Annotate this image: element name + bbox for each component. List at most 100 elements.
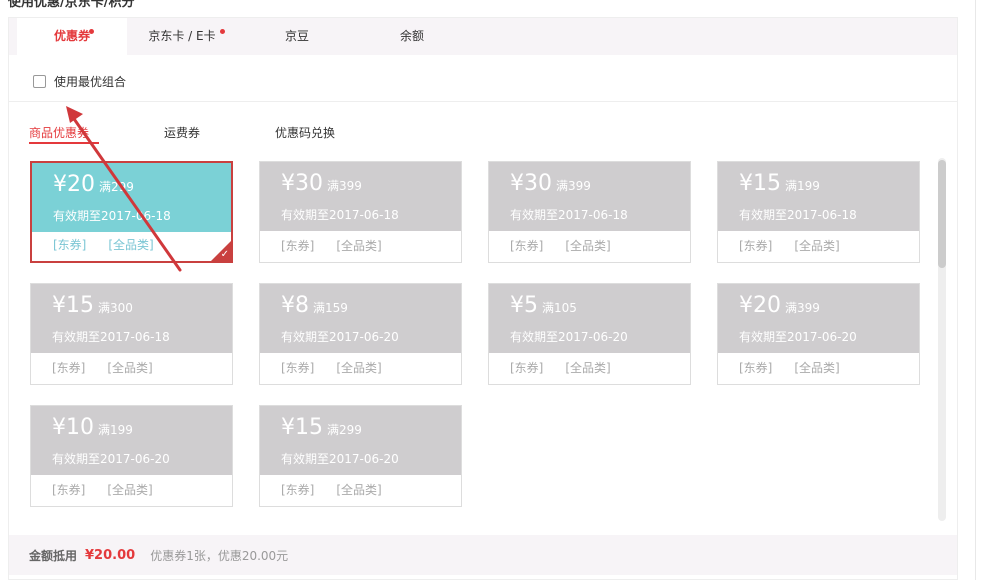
coupon-tag-scope: [全品类] [565,239,611,253]
coupon-condition: 满299 [99,180,134,194]
coupon-validity: 有效期至2017-06-18 [53,209,171,223]
coupon-validity: 有效期至2017-06-18 [52,330,170,344]
coupon-header: ¥15 满199 有效期至2017-06-18 [718,162,919,231]
coupon-header: ¥30 满399 有效期至2017-06-18 [489,162,690,231]
coupon-condition: 满199 [98,423,133,437]
coupon-tag-scope: [全品类] [794,361,840,375]
coupon-amount: ¥5 满105 [510,293,577,318]
coupon-validity: 有效期至2017-06-18 [739,208,857,222]
coupon-tag-scope: [全品类] [108,238,154,252]
coupon-tag-scope: [全品类] [107,361,153,375]
coupon-tag-type: [东券] [739,239,773,253]
coupon-amount: ¥8 满159 [281,293,348,318]
section-title: 使用优惠/京东卡/积分 [8,0,135,10]
tab-jdcard-dot-icon [220,29,225,34]
tab-coupons-label: 优惠券 [53,29,90,43]
coupon-header: ¥30 满399 有效期至2017-06-18 [260,162,461,231]
coupon-amount: ¥15 满299 [281,415,362,440]
coupon-amount: ¥30 满399 [510,171,591,196]
coupon-card[interactable]: ¥5 满105 有效期至2017-06-20 [东券] [全品类] [488,283,691,385]
coupon-condition: 满299 [327,423,362,437]
scrollbar-thumb[interactable] [938,160,946,268]
coupon-header: ¥15 满300 有效期至2017-06-18 [31,284,232,353]
coupon-header: ¥15 满299 有效期至2017-06-20 [260,406,461,475]
subtab-shipping-coupons[interactable]: 运费券 [164,124,200,141]
check-icon: ✓ [220,249,229,260]
coupon-card[interactable]: ¥30 满399 有效期至2017-06-18 [东券] [全品类] [488,161,691,263]
coupon-condition: 满199 [785,179,820,193]
coupon-amount: ¥15 满199 [739,171,820,196]
coupon-tags: [东券] [全品类] [52,359,153,376]
coupon-tag-type: [东券] [510,361,544,375]
coupon-tags: [东券] [全品类] [52,481,153,498]
coupon-card[interactable]: ¥10 满199 有效期至2017-06-20 [东券] [全品类] [30,405,233,507]
coupon-condition: 满159 [313,301,348,315]
tab-coupons[interactable]: 优惠券 [17,18,127,56]
coupon-tags: [东券] [全品类] [53,236,154,253]
coupon-card[interactable]: ¥15 满300 有效期至2017-06-18 [东券] [全品类] [30,283,233,385]
tab-bar: 优惠券 京东卡 / E卡 京豆 余额 [9,18,957,56]
coupon-amount: ¥10 满199 [52,415,133,440]
coupon-tag-type: [东券] [281,483,315,497]
subtab-active-underline [29,142,99,144]
coupon-amount: ¥20 满399 [739,293,820,318]
coupon-tag-scope: [全品类] [336,483,382,497]
coupon-tags: [东券] [全品类] [510,237,611,254]
coupon-tag-scope: [全品类] [565,361,611,375]
coupon-tags: [东券] [全品类] [510,359,611,376]
divider [9,101,957,102]
coupon-header: ¥8 满159 有效期至2017-06-20 [260,284,461,353]
coupon-tag-type: [东券] [510,239,544,253]
coupon-condition: 满399 [556,179,591,193]
coupon-validity: 有效期至2017-06-20 [510,330,628,344]
deduction-label: 金额抵用 [29,548,78,563]
deduction-amount: ¥20.00 [85,547,136,563]
coupon-tag-scope: [全品类] [336,239,382,253]
coupon-tag-type: [东券] [281,239,315,253]
coupon-tag-type: [东券] [281,361,315,375]
tab-jdcard[interactable]: 京东卡 / E卡 [127,18,237,55]
coupon-header: ¥5 满105 有效期至2017-06-20 [489,284,690,353]
coupon-header: ¥20 满399 有效期至2017-06-20 [718,284,919,353]
coupon-tag-type: [东券] [52,483,86,497]
coupon-tag-scope: [全品类] [794,239,840,253]
tab-balance[interactable]: 余额 [357,18,467,55]
coupon-tag-type: [东券] [53,238,87,252]
coupon-tag-type: [东券] [52,361,86,375]
coupon-condition: 满399 [785,301,820,315]
coupon-condition: 满399 [327,179,362,193]
coupon-tags: [东券] [全品类] [281,359,382,376]
tab-jingdou[interactable]: 京豆 [237,18,357,55]
coupon-card[interactable]: ¥8 满159 有效期至2017-06-20 [东券] [全品类] [259,283,462,385]
coupon-card[interactable]: ¥30 满399 有效期至2017-06-18 [东券] [全品类] [259,161,462,263]
subtab-code-redeem[interactable]: 优惠码兑换 [275,124,335,141]
scrollbar[interactable] [938,158,946,521]
coupon-validity: 有效期至2017-06-18 [510,208,628,222]
coupon-validity: 有效期至2017-06-20 [739,330,857,344]
coupon-tag-scope: [全品类] [336,361,382,375]
coupon-condition: 满300 [98,301,133,315]
coupon-tag-type: [东券] [739,361,773,375]
coupon-tags: [东券] [全品类] [739,237,840,254]
coupon-header: ¥20 满299 有效期至2017-06-18 [32,163,231,232]
coupon-card[interactable]: ¥15 满199 有效期至2017-06-18 [东券] [全品类] [717,161,920,263]
tab-coupons-dot-icon [89,29,94,34]
tab-jdcard-label: 京东卡 / E卡 [148,29,216,43]
coupon-card[interactable]: ¥20 满399 有效期至2017-06-20 [东券] [全品类] [717,283,920,385]
subtab-product-coupons[interactable]: 商品优惠券 [29,124,89,141]
tab-jingdou-label: 京豆 [284,29,309,43]
coupon-validity: 有效期至2017-06-20 [281,330,399,344]
summary-footer: 金额抵用 ¥20.00 优惠券1张，优惠20.00元 [9,535,957,575]
coupon-amount: ¥15 满300 [52,293,133,318]
checkbox-icon[interactable] [33,75,46,88]
deduction-info: 优惠券1张，优惠20.00元 [150,548,289,563]
tab-balance-label: 余额 [399,29,424,43]
coupon-validity: 有效期至2017-06-20 [281,452,399,466]
coupon-validity: 有效期至2017-06-18 [281,208,399,222]
coupon-tag-scope: [全品类] [107,483,153,497]
coupon-amount: ¥30 满399 [281,171,362,196]
coupon-card[interactable]: ¥20 满299 有效期至2017-06-18 [东券] [全品类] ✓ [30,161,233,263]
coupon-validity: 有效期至2017-06-20 [52,452,170,466]
coupon-card[interactable]: ¥15 满299 有效期至2017-06-20 [东券] [全品类] [259,405,462,507]
best-combo-option[interactable]: 使用最优组合 [33,73,126,90]
